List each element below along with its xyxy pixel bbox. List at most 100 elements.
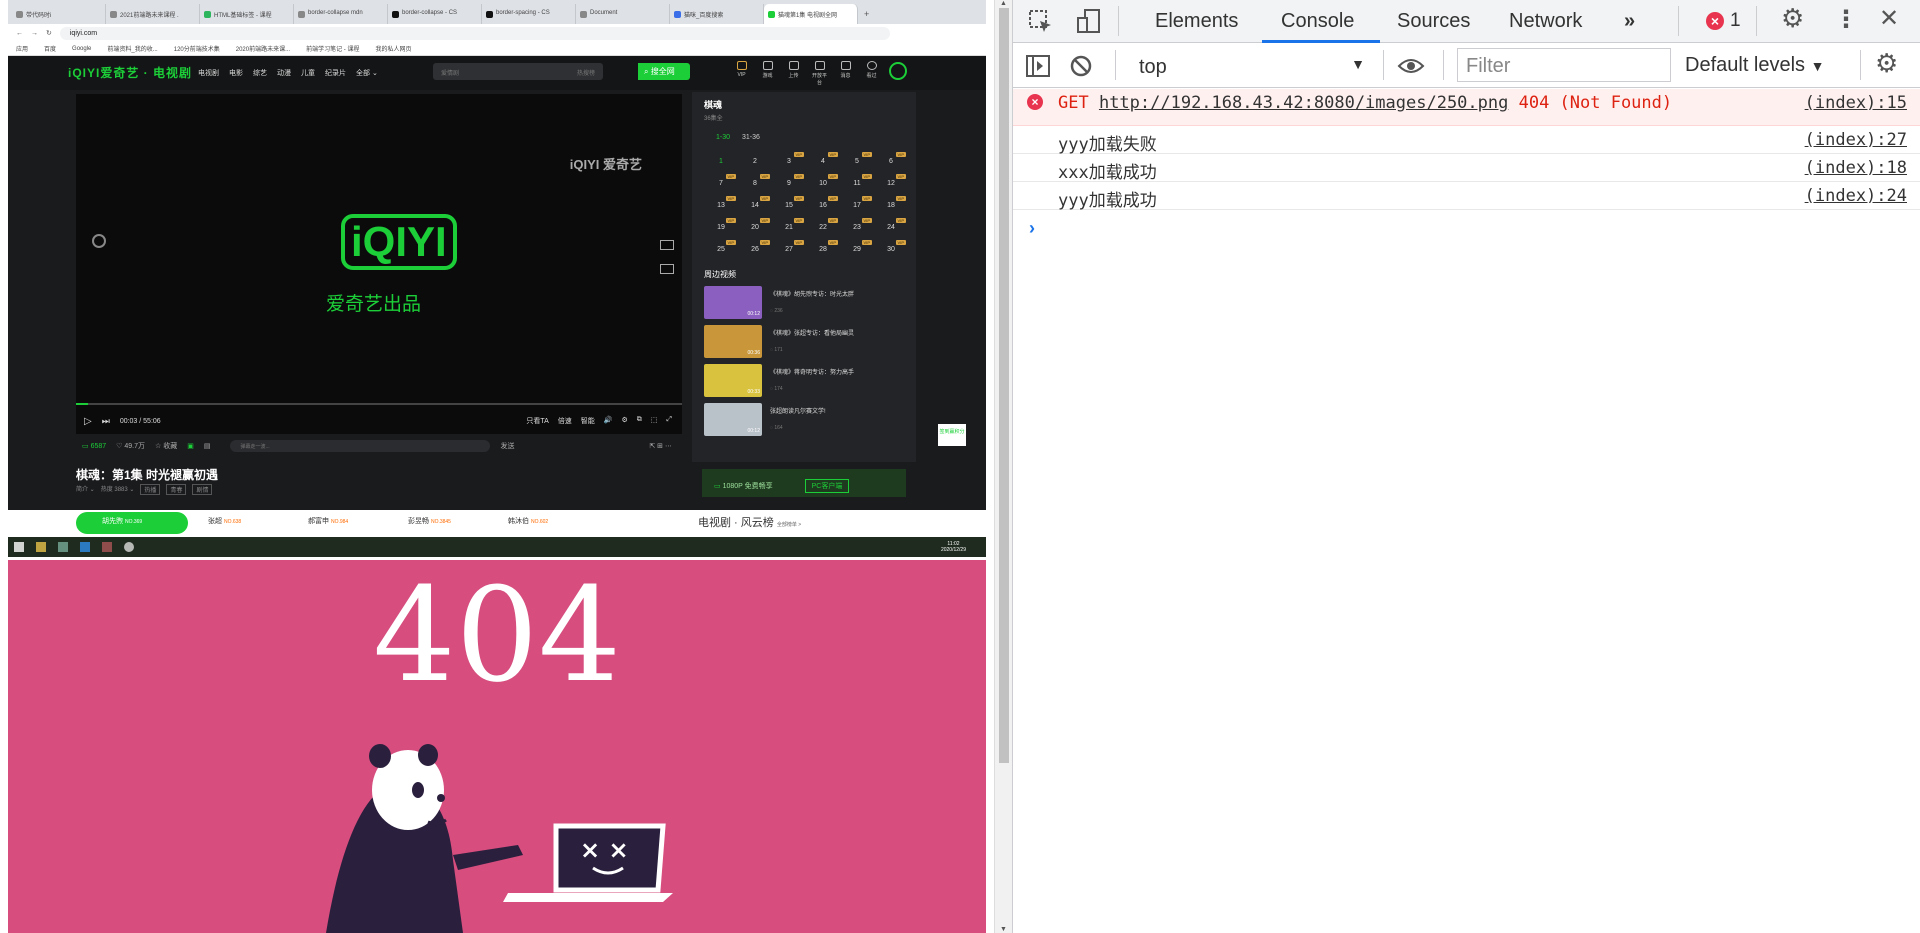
bookmark-item[interactable]: 我的私人网页 bbox=[375, 44, 411, 53]
intro-toggle[interactable]: 简介 ⌄ bbox=[76, 484, 95, 495]
episode-button[interactable]: 11 VIP bbox=[840, 173, 874, 195]
vip-entry[interactable]: VIP bbox=[733, 61, 750, 86]
reload-icon[interactable]: ↻ bbox=[46, 29, 52, 37]
nav-item[interactable]: 纪录片 bbox=[325, 68, 346, 78]
inspect-element-icon[interactable] bbox=[1027, 8, 1055, 36]
message-entry[interactable]: 消息 bbox=[837, 61, 854, 86]
source-link[interactable]: (index):27 bbox=[1805, 130, 1907, 150]
danmu-settings-icon[interactable]: ▤ bbox=[204, 442, 211, 450]
webfull-icon[interactable]: ⬚ bbox=[651, 416, 658, 426]
episode-button[interactable]: 6 VIP bbox=[874, 151, 908, 173]
all-ranks-link[interactable]: 全部榜单 > bbox=[777, 522, 801, 528]
episode-button[interactable]: 29 VIP bbox=[840, 239, 874, 261]
episode-button[interactable]: 5 VIP bbox=[840, 151, 874, 173]
episode-button[interactable]: 16 VIP bbox=[806, 195, 840, 217]
avatar[interactable] bbox=[889, 62, 907, 80]
star-item[interactable]: 彭昱畅 NO.3845 bbox=[408, 516, 451, 526]
scroll-up-icon[interactable]: ▲ bbox=[1000, 0, 1007, 7]
forward-icon[interactable]: → bbox=[31, 30, 38, 37]
settings-gear-icon[interactable]: ⚙ bbox=[1781, 3, 1804, 34]
quality-button[interactable]: 智能 bbox=[581, 416, 595, 426]
context-select[interactable]: top ▼ bbox=[1139, 56, 1365, 79]
new-tab-button[interactable]: + bbox=[858, 9, 869, 24]
episode-button[interactable]: 28 VIP bbox=[806, 239, 840, 261]
scroll-down-icon[interactable]: ▼ bbox=[1000, 926, 1007, 933]
episode-button[interactable]: 27 VIP bbox=[772, 239, 806, 261]
nav-item[interactable]: 电影 bbox=[229, 68, 243, 78]
screenshot-icon[interactable] bbox=[660, 240, 674, 250]
related-video[interactable]: 00:12 《棋魂》胡先煦专访：时光太胖 ◌ 236 bbox=[704, 286, 904, 319]
browser-tab[interactable]: 带代码时i bbox=[12, 4, 106, 24]
nav-item[interactable]: 综艺 bbox=[253, 68, 267, 78]
history-entry[interactable]: 看过 bbox=[863, 61, 880, 86]
related-video[interactable]: 00:33 《棋魂》蒋奇明专访：努力高手 ◌ 174 bbox=[704, 364, 904, 397]
episode-button[interactable]: 2 bbox=[738, 151, 772, 173]
star-selected[interactable]: 胡先煦 NO.369 bbox=[76, 512, 188, 534]
episode-button[interactable]: 3 VIP bbox=[772, 151, 806, 173]
source-link[interactable]: (index):15 bbox=[1805, 93, 1907, 113]
url-input[interactable]: iqiyi.com bbox=[59, 26, 890, 40]
clear-console-icon[interactable] bbox=[1069, 54, 1093, 78]
episode-button[interactable]: 18 VIP bbox=[874, 195, 908, 217]
danmu-input[interactable]: 弹幕走一波... bbox=[230, 440, 491, 452]
console-prompt[interactable]: › bbox=[1029, 218, 1035, 239]
episode-button[interactable]: 10 VIP bbox=[806, 173, 840, 195]
send-button[interactable]: 发送 bbox=[500, 441, 514, 451]
tab-network[interactable]: Network bbox=[1509, 10, 1582, 33]
episode-button[interactable]: 7 VIP bbox=[704, 173, 738, 195]
episode-button[interactable]: 8 VIP bbox=[738, 173, 772, 195]
related-video[interactable]: 00:36 《棋魂》张超专访：看他局幽灵 ◌ 171 bbox=[704, 325, 904, 358]
tag[interactable]: 青春 bbox=[166, 484, 187, 495]
vscode-icon[interactable] bbox=[80, 542, 90, 552]
danmu-toggle-icon[interactable]: ▣ bbox=[187, 442, 194, 450]
bookmark-item[interactable]: 应用 bbox=[16, 44, 28, 53]
eye-icon[interactable] bbox=[1397, 56, 1425, 76]
back-icon[interactable]: ← bbox=[16, 30, 23, 37]
browser-tab[interactable]: 猫咪_百度搜索 bbox=[670, 4, 764, 24]
episode-button[interactable]: 15 VIP bbox=[772, 195, 806, 217]
source-link[interactable]: (index):24 bbox=[1805, 186, 1907, 206]
nav-item[interactable]: 全部 ⌄ bbox=[356, 68, 378, 78]
episode-button[interactable]: 4 VIP bbox=[806, 151, 840, 173]
browser-tab[interactable]: border-collapse mdn bbox=[294, 4, 388, 24]
danmu-count[interactable]: ▭ 6587 bbox=[82, 442, 106, 450]
store-icon[interactable] bbox=[58, 542, 68, 552]
scrollbar-thumb[interactable] bbox=[999, 8, 1009, 763]
episode-button[interactable]: 30 VIP bbox=[874, 239, 908, 261]
more-tabs-icon[interactable]: » bbox=[1624, 10, 1635, 33]
windows-start-icon[interactable] bbox=[14, 542, 24, 552]
episode-button[interactable]: 12 VIP bbox=[874, 173, 908, 195]
search-all-button[interactable]: ⌕ 搜全网 bbox=[638, 63, 690, 80]
episode-button[interactable]: 9 VIP bbox=[772, 173, 806, 195]
browser-tab[interactable]: Document bbox=[576, 4, 670, 24]
episode-button[interactable]: 22 VIP bbox=[806, 217, 840, 239]
bookmark-item[interactable]: 前端学习笔记 - 课程 bbox=[306, 44, 359, 53]
related-video[interactable]: 00:12 张超朗读凡尔赛文学! ◌ 164 bbox=[704, 403, 904, 436]
browser-tab[interactable]: border-collapse - CS bbox=[388, 4, 482, 24]
star-item[interactable]: 韩沐伯 NO.602 bbox=[508, 516, 548, 526]
episode-button[interactable]: 23 VIP bbox=[840, 217, 874, 239]
source-link[interactable]: (index):18 bbox=[1805, 158, 1907, 178]
browser-tab-active[interactable]: 猫魂第1集 电视剧全网 bbox=[764, 4, 858, 24]
video-player[interactable]: iQIYI 爱奇艺 iQIYI 爱奇艺出品 ▷ ⏭ 00:03 / 55:06 … bbox=[76, 94, 682, 434]
star-item[interactable]: 张超 NO.638 bbox=[208, 516, 241, 526]
play-icon[interactable]: ▷ bbox=[84, 416, 92, 427]
error-count-badge[interactable]: × 1 bbox=[1706, 10, 1741, 32]
tab-episodes-1-30[interactable]: 1-30 bbox=[716, 134, 730, 141]
chrome-icon[interactable] bbox=[124, 542, 134, 552]
browser-tab[interactable]: 2021前端路未来课程 . bbox=[106, 4, 200, 24]
tab-console[interactable]: Console bbox=[1281, 10, 1354, 33]
clip-icon[interactable] bbox=[660, 264, 674, 274]
pip-icon[interactable]: ⧉ bbox=[637, 416, 642, 426]
more-options-icon[interactable]: ⋮ bbox=[1834, 5, 1858, 34]
app-icon[interactable] bbox=[102, 542, 112, 552]
share-icon[interactable]: ⇱ ⊞ ⋯ bbox=[649, 442, 682, 450]
folder-icon[interactable] bbox=[36, 542, 46, 552]
progress-bar[interactable] bbox=[76, 403, 682, 405]
pc-client-button[interactable]: PC客户端 bbox=[804, 479, 850, 493]
tag[interactable]: 热播 bbox=[140, 484, 161, 495]
volume-icon[interactable]: 🔊 bbox=[604, 416, 613, 426]
close-icon[interactable]: ✕ bbox=[1879, 4, 1899, 33]
nav-item[interactable]: 电视剧 bbox=[198, 68, 219, 78]
episode-button[interactable]: 19 VIP bbox=[704, 217, 738, 239]
